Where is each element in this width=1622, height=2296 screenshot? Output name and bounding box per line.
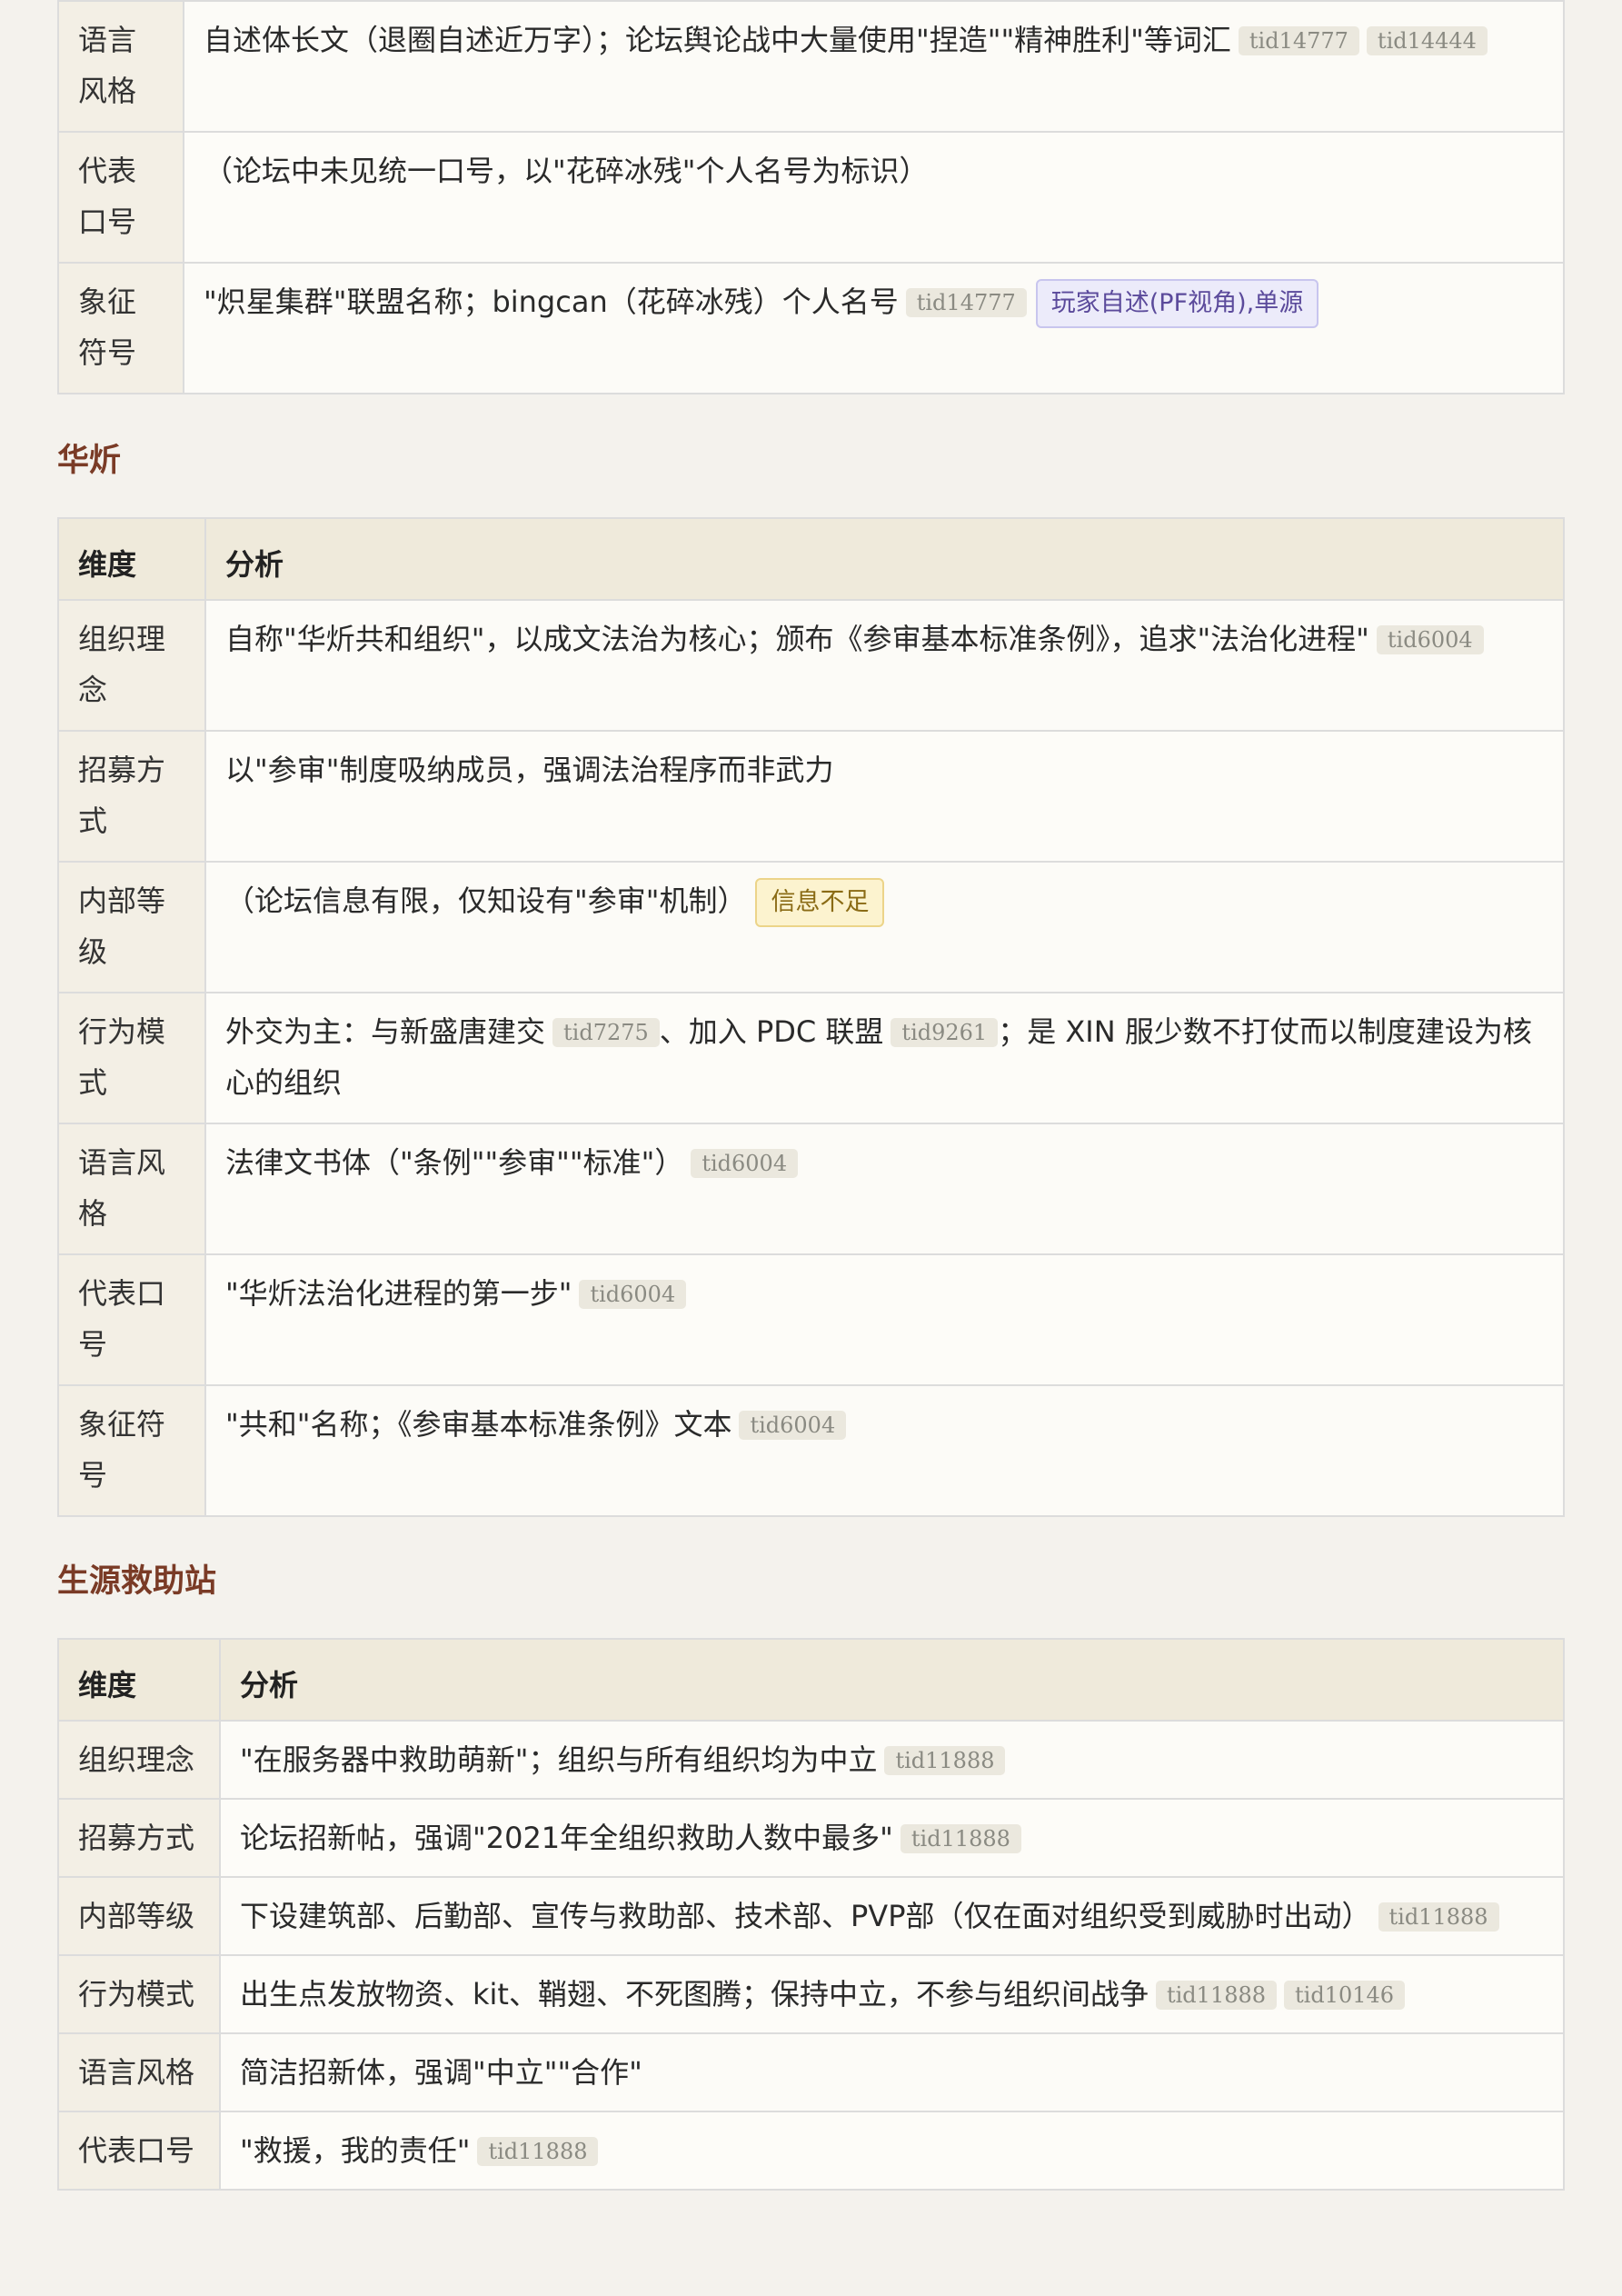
row-value: 出生点发放物资、kit、鞘翅、不死图腾；保持中立，不参与组织间战争 tid1188… <box>219 1954 1565 2034</box>
row-text: "共和"名称；《参审基本标准条例》文本 <box>225 1407 732 1442</box>
analysis-table: 维度 分析 组织理念 "在服务器中救助萌新"；组织与所有组织均为中立 tid118… <box>57 1638 1565 2191</box>
table-row: 内部等级 下设建筑部、后勤部、宣传与救助部、技术部、PVP部（仅在面对组织受到威… <box>57 1876 1565 1956</box>
column-header: 分析 <box>219 1638 1565 1722</box>
row-key: 招募方式 <box>57 730 206 863</box>
row-value: "炽星集群"联盟名称；bingcan（花碎冰残）个人名号 tid14777 玩家自述… <box>183 262 1565 394</box>
source-tag[interactable]: tid11888 <box>477 2137 599 2166</box>
row-key: 内部等级 <box>57 861 206 993</box>
row-value: 法律文书体（"条例""参审""标准"） tid6004 <box>204 1123 1565 1255</box>
row-text: （论坛中未见统一口号，以"花碎冰残"个人名号为标识） <box>204 154 929 188</box>
row-text: "华炘法治化进程的第一步" <box>225 1276 572 1311</box>
row-value: 自述体长文（退圈自述近万字）；论坛舆论战中大量使用"捏造""精神胜利"等词汇 ti… <box>183 0 1565 133</box>
table-row: 招募方式 以"参审"制度吸纳成员，强调法治程序而非武力 <box>57 730 1565 863</box>
row-text: 法律文书体（"条例""参审""标准"） <box>225 1145 684 1180</box>
row-text: 简洁招新体，强调"中立""合作" <box>240 2055 642 2090</box>
table-row: 组织理念 "在服务器中救助萌新"；组织与所有组织均为中立 tid11888 <box>57 1720 1565 1800</box>
source-tag[interactable]: tid9261 <box>891 1018 999 1047</box>
row-value: （论坛信息有限，仅知设有"参审"机制） 信息不足 <box>204 861 1565 993</box>
table-row: 内部等级 （论坛信息有限，仅知设有"参审"机制） 信息不足 <box>57 861 1565 993</box>
table-row: 组织理念 自称"华炘共和组织"，以成文法治为核心；颁布《参审基本标准条例》，追求… <box>57 599 1565 732</box>
row-key: 行为模式 <box>57 1954 221 2034</box>
row-key: 象征符号 <box>57 1384 206 1517</box>
row-key: 招募方式 <box>57 1798 221 1878</box>
column-header: 分析 <box>204 517 1565 601</box>
analysis-table-continued: 语言风格 自述体长文（退圈自述近万字）；论坛舆论战中大量使用"捏造""精神胜利"… <box>57 0 1565 394</box>
row-value: "救援，我的责任" tid11888 <box>219 2111 1565 2191</box>
row-key: 组织理念 <box>57 1720 221 1800</box>
row-value: "共和"名称；《参审基本标准条例》文本 tid6004 <box>204 1384 1565 1517</box>
source-tag[interactable]: tid14444 <box>1366 26 1488 55</box>
column-header: 维度 <box>57 1638 221 1722</box>
row-value: （论坛中未见统一口号，以"花碎冰残"个人名号为标识） <box>183 131 1565 264</box>
source-tag[interactable]: tid7275 <box>552 1018 660 1047</box>
row-key: 行为模式 <box>57 992 206 1124</box>
table-row: 代表口号 （论坛中未见统一口号，以"花碎冰残"个人名号为标识） <box>57 131 1565 264</box>
row-value: "在服务器中救助萌新"；组织与所有组织均为中立 tid11888 <box>219 1720 1565 1800</box>
row-text: 出生点发放物资、kit、鞘翅、不死图腾；保持中立，不参与组织间战争 <box>240 1977 1149 2011</box>
row-text: 下设建筑部、后勤部、宣传与救助部、技术部、PVP部（仅在面对组织受到威胁时出动） <box>240 1899 1371 1933</box>
row-key: 代表口号 <box>57 131 184 264</box>
table-row: 代表口号 "救援，我的责任" tid11888 <box>57 2111 1565 2191</box>
row-key: 语言风格 <box>57 2032 221 2112</box>
row-text: 自称"华炘共和组织"，以成文法治为核心；颁布《参审基本标准条例》，追求"法治化进… <box>225 622 1369 656</box>
row-text: 以"参审"制度吸纳成员，强调法治程序而非武力 <box>225 753 834 787</box>
source-tag[interactable]: tid6004 <box>739 1411 847 1440</box>
row-value: 自称"华炘共和组织"，以成文法治为核心；颁布《参审基本标准条例》，追求"法治化进… <box>204 599 1565 732</box>
table-row: 象征符号 "共和"名称；《参审基本标准条例》文本 tid6004 <box>57 1384 1565 1517</box>
source-tag[interactable]: tid14777 <box>1238 26 1359 55</box>
row-key: 代表口号 <box>57 1253 206 1386</box>
source-tag[interactable]: tid11888 <box>900 1824 1021 1853</box>
source-tag[interactable]: tid10146 <box>1284 1981 1406 2010</box>
source-tag[interactable]: tid6004 <box>1376 625 1484 654</box>
row-value: 下设建筑部、后勤部、宣传与救助部、技术部、PVP部（仅在面对组织受到威胁时出动）… <box>219 1876 1565 1956</box>
row-key: 语言风格 <box>57 0 184 133</box>
row-key: 代表口号 <box>57 2111 221 2191</box>
row-key: 语言风格 <box>57 1123 206 1255</box>
source-tag[interactable]: tid6004 <box>579 1280 687 1309</box>
row-value: 外交为主：与新盛唐建交 tid7275 、加入 PDC 联盟 tid9261 ；是 XI… <box>204 992 1565 1124</box>
table-row: 语言风格 自述体长文（退圈自述近万字）；论坛舆论战中大量使用"捏造""精神胜利"… <box>57 0 1565 133</box>
row-text: 自述体长文（退圈自述近万字）；论坛舆论战中大量使用"捏造""精神胜利"等词汇 <box>204 23 1231 57</box>
row-text: 论坛招新帖，强调"2021年全组织救助人数中最多" <box>240 1821 893 1855</box>
row-value: 以"参审"制度吸纳成员，强调法治程序而非武力 <box>204 730 1565 863</box>
source-tag[interactable]: tid6004 <box>691 1149 799 1178</box>
row-value: "华炘法治化进程的第一步" tid6004 <box>204 1253 1565 1386</box>
row-text: "救援，我的责任" <box>240 2133 471 2168</box>
row-key: 象征符号 <box>57 262 184 394</box>
table-row: 语言风格 简洁招新体，强调"中立""合作" <box>57 2032 1565 2112</box>
source-tag[interactable]: tid11888 <box>1155 1981 1278 2010</box>
source-tag[interactable]: tid11888 <box>884 1746 1006 1775</box>
table-header-row: 维度 分析 <box>57 1638 1565 1722</box>
analysis-table: 维度 分析 组织理念 自称"华炘共和组织"，以成文法治为核心；颁布《参审基本标准… <box>57 517 1565 1517</box>
row-value: 论坛招新帖，强调"2021年全组织救助人数中最多" tid11888 <box>219 1798 1565 1878</box>
table-header-row: 维度 分析 <box>57 517 1565 601</box>
section-heading: 华炘 <box>57 443 122 479</box>
table-row: 语言风格 法律文书体（"条例""参审""标准"） tid6004 <box>57 1123 1565 1255</box>
row-key: 内部等级 <box>57 1876 221 1956</box>
table-row: 招募方式 论坛招新帖，强调"2021年全组织救助人数中最多" tid11888 <box>57 1798 1565 1878</box>
row-text: "炽星集群"联盟名称；bingcan（花碎冰残）个人名号 <box>204 285 899 319</box>
row-text: （论坛信息有限，仅知设有"参审"机制） <box>225 883 747 918</box>
table-row: 行为模式 外交为主：与新盛唐建交 tid7275 、加入 PDC 联盟 tid9261… <box>57 992 1565 1124</box>
row-value: 简洁招新体，强调"中立""合作" <box>219 2032 1565 2112</box>
row-text: "在服务器中救助萌新"；组织与所有组织均为中立 <box>240 1742 878 1777</box>
table-row: 行为模式 出生点发放物资、kit、鞘翅、不死图腾；保持中立，不参与组织间战争 ti… <box>57 1954 1565 2034</box>
source-note-badge: 玩家自述(PF视角),单源 <box>1035 279 1319 328</box>
source-tag[interactable]: tid14777 <box>905 288 1027 317</box>
row-text: 、加入 PDC 联盟 <box>659 1014 884 1049</box>
table-row: 象征符号 "炽星集群"联盟名称；bingcan（花碎冰残）个人名号 tid1477… <box>57 262 1565 394</box>
table-row: 代表口号 "华炘法治化进程的第一步" tid6004 <box>57 1253 1565 1386</box>
row-key: 组织理念 <box>57 599 206 732</box>
insufficient-info-badge: 信息不足 <box>755 878 885 927</box>
column-header: 维度 <box>57 517 206 601</box>
source-tag[interactable]: tid11888 <box>1378 1902 1499 1932</box>
section-heading: 生源救助站 <box>57 1563 217 1600</box>
row-text: 外交为主：与新盛唐建交 <box>225 1014 546 1049</box>
